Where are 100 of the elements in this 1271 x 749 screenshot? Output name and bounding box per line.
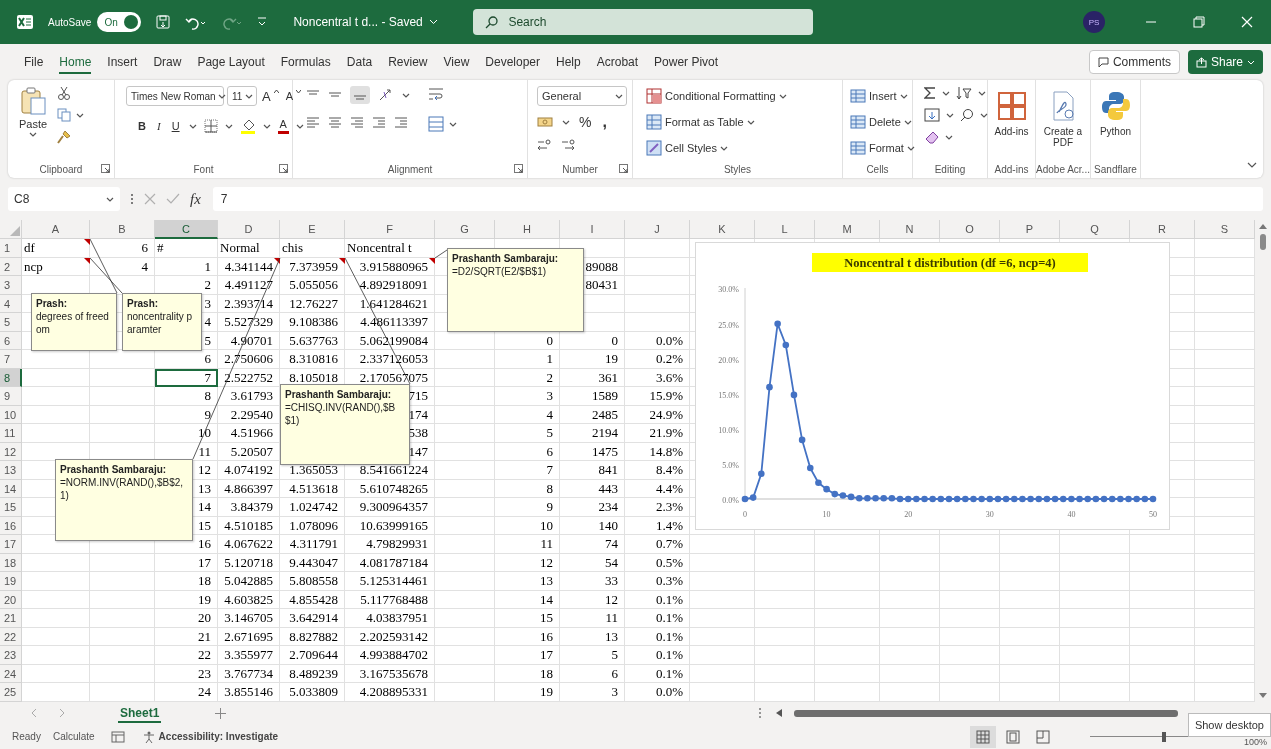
orientation-icon[interactable] <box>378 88 394 102</box>
column-header[interactable]: M <box>815 220 880 239</box>
column-header[interactable]: B <box>90 220 155 239</box>
ribbon-tab[interactable]: Formulas <box>272 47 339 77</box>
underline-button[interactable]: U <box>169 118 182 134</box>
row-header[interactable]: 3 <box>0 276 22 295</box>
row-header[interactable]: 5 <box>0 313 22 332</box>
font-size-dropdown[interactable]: 11 <box>227 86 257 106</box>
caret-icon[interactable] <box>562 119 570 125</box>
number-format-dropdown[interactable]: General <box>537 86 627 106</box>
column-header[interactable]: D <box>218 220 280 239</box>
caret-icon[interactable] <box>746 119 755 125</box>
fill-down-icon[interactable] <box>924 108 940 122</box>
caret-icon[interactable] <box>899 93 908 99</box>
ribbon-tab[interactable]: Home <box>51 47 100 77</box>
autosave-toggle[interactable]: On <box>97 12 142 32</box>
close-icon[interactable] <box>1241 16 1253 28</box>
column-header[interactable]: R <box>1130 220 1195 239</box>
column-header[interactable]: A <box>22 220 90 239</box>
comments-button[interactable]: Comments <box>1088 50 1180 74</box>
caret-icon[interactable] <box>76 112 85 118</box>
ribbon-tab[interactable]: Help <box>548 47 589 77</box>
calculate-button[interactable]: Calculate <box>52 731 95 742</box>
caret-icon[interactable] <box>402 92 410 98</box>
italic-button[interactable]: I <box>154 118 163 134</box>
chevron-down-icon[interactable] <box>428 19 438 25</box>
formula-input[interactable]: 7 <box>212 187 1263 211</box>
dialog-launcher-icon[interactable] <box>279 164 288 173</box>
column-header[interactable]: H <box>495 220 560 239</box>
conditional-formatting-button[interactable]: Conditional Formatting <box>644 86 789 106</box>
ribbon-tab[interactable]: View <box>435 47 478 77</box>
paste-button[interactable]: Paste <box>13 86 54 137</box>
caret-icon[interactable] <box>980 112 988 118</box>
caret-icon[interactable] <box>778 93 787 99</box>
collapse-ribbon-icon[interactable] <box>1247 162 1257 168</box>
check-icon[interactable] <box>166 193 180 205</box>
ribbon-command-button[interactable]: Python <box>1096 86 1135 137</box>
caret-icon[interactable] <box>945 134 953 140</box>
scroll-down-icon[interactable] <box>1259 692 1267 698</box>
fill-color-icon[interactable] <box>239 118 256 134</box>
row-header[interactable]: 19 <box>0 572 22 591</box>
account-avatar[interactable]: PS <box>1083 11 1105 33</box>
insert-cells-button[interactable]: Insert <box>848 86 917 106</box>
ribbon-command-button[interactable]: Add-ins <box>993 86 1030 137</box>
sort-filter-icon[interactable] <box>956 86 972 100</box>
borders-icon[interactable] <box>203 119 218 133</box>
caret-icon[interactable] <box>245 93 253 99</box>
row-header[interactable]: 17 <box>0 535 22 554</box>
sheet-tab[interactable]: Sheet1 <box>114 705 166 721</box>
ribbon-tab[interactable]: File <box>16 47 52 77</box>
find-icon[interactable] <box>960 108 974 122</box>
column-header[interactable]: F <box>345 220 435 239</box>
increase-decimal-icon[interactable] <box>537 138 553 152</box>
caret-icon[interactable] <box>188 123 197 129</box>
insert-function-button[interactable]: fx <box>190 190 201 208</box>
share-button[interactable]: Share <box>1187 50 1263 74</box>
caret-icon[interactable] <box>719 145 728 151</box>
column-header[interactable]: N <box>880 220 940 239</box>
row-header[interactable]: 1 <box>0 239 22 258</box>
dialog-launcher-icon[interactable] <box>101 164 110 173</box>
scrollbar-thumb[interactable] <box>1260 234 1266 250</box>
row-header[interactable]: 7 <box>0 350 22 369</box>
slider-thumb[interactable] <box>1162 731 1167 742</box>
comma-style-button[interactable]: , <box>600 111 609 133</box>
scrollbar-thumb[interactable] <box>794 710 1179 717</box>
currency-icon[interactable] <box>537 115 555 129</box>
row-header[interactable]: 21 <box>0 609 22 628</box>
more-options-icon[interactable] <box>130 192 134 206</box>
eraser-icon[interactable] <box>924 130 940 144</box>
caret-icon[interactable] <box>906 145 915 151</box>
ribbon-tab[interactable]: Draw <box>145 47 190 77</box>
increase-font-size-button[interactable]: A <box>260 86 281 106</box>
merge-center-icon[interactable] <box>428 116 444 132</box>
caret-icon[interactable] <box>106 196 114 202</box>
ribbon-tab[interactable]: Review <box>380 47 436 77</box>
caret-icon[interactable] <box>615 93 623 99</box>
ribbon-tab[interactable]: Insert <box>99 47 146 77</box>
ribbon-command-button[interactable]: Create a PDF <box>1041 86 1085 148</box>
add-sheet-icon[interactable] <box>215 707 227 719</box>
column-header[interactable]: I <box>560 220 625 239</box>
format-painter-icon[interactable] <box>57 130 72 144</box>
percent-style-button[interactable]: % <box>577 112 594 132</box>
ribbon-tab[interactable]: Acrobat <box>588 47 647 77</box>
caret-icon[interactable] <box>29 132 38 137</box>
column-header[interactable]: K <box>690 220 755 239</box>
caret-icon[interactable] <box>903 119 912 125</box>
bold-button[interactable]: B <box>136 118 148 134</box>
caret-icon[interactable] <box>262 123 271 129</box>
column-header[interactable]: P <box>1000 220 1060 239</box>
row-header[interactable]: 23 <box>0 646 22 665</box>
format-as-table-button[interactable]: Format as Table <box>644 112 789 132</box>
search-field[interactable]: Search <box>473 9 814 35</box>
row-header[interactable]: 25 <box>0 683 22 702</box>
caret-icon[interactable] <box>978 90 986 96</box>
caret-icon[interactable] <box>217 93 226 99</box>
customize-toolbar-icon[interactable] <box>257 16 268 28</box>
caret-icon[interactable] <box>946 112 954 118</box>
delete-cells-button[interactable]: Delete <box>848 112 917 132</box>
column-header[interactable]: G <box>435 220 495 239</box>
font-name-dropdown[interactable]: Times New Roman <box>126 86 224 106</box>
